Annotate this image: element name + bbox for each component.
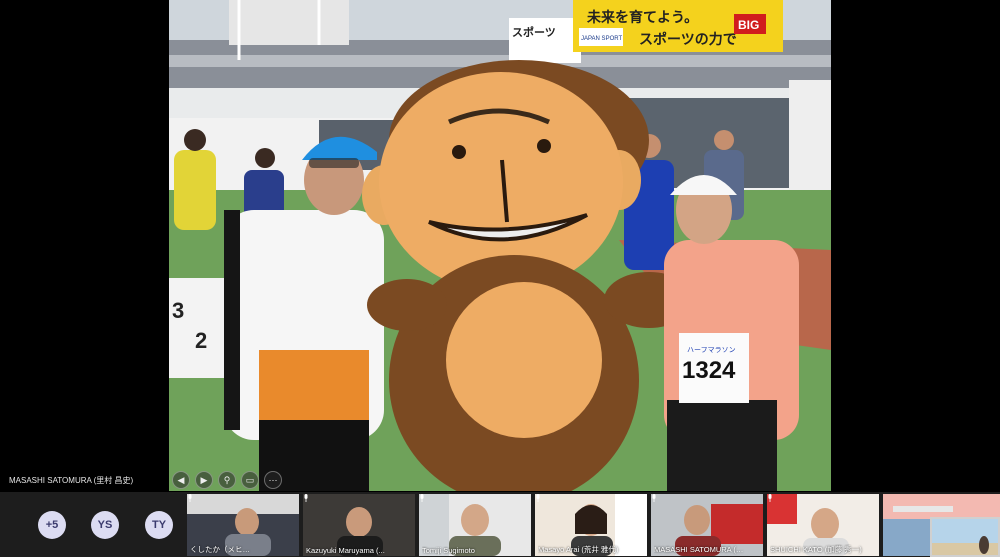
avatar[interactable]: YS [91,511,119,539]
participant-name: MASASHI SATOMURA (里... [654,545,749,554]
participant-strip: +5 YS TY くしたか（メヒ… Kazuyuki Maruyama (...… [0,492,1000,557]
barrier-digit-2: 2 [195,328,207,353]
banner-main-text: 未来を育てよう。 [587,9,698,25]
more-participants-button[interactable]: +5 [38,511,66,539]
banner-left-text: スポーツ [512,25,556,39]
participant-video-tile[interactable]: Masayo Arai (荒井 雅代) [535,494,647,556]
microphone-icon [420,494,424,502]
microphone-icon [188,494,192,502]
participant-video-tile[interactable]: MASASHI SATOMURA (里... [651,494,763,556]
microphone-icon [768,494,772,502]
banner-small-text: JAPAN SPORT [581,36,622,42]
fit-screen-icon[interactable]: ▭ [241,471,259,489]
participant-name: Masayo Arai (荒井 雅代) [538,545,619,554]
barrier-digit-1: 3 [172,298,184,323]
banner-brand-text: BIG [738,18,759,32]
participant-name: SHUICHI KATO (加藤 秀一) [770,545,862,554]
presenter-name-label: MASASHI SATOMURA (里村 昌史) [9,476,134,485]
microphone-icon [536,494,540,502]
microphone-icon [652,494,656,502]
participant-video-tile[interactable]: Tomiji Sugimoto [419,494,531,556]
shared-screen-photo: 未来を育てよう。 スポーツの力で BIG JAPAN SPORT スポーツ 3 … [169,0,831,491]
participant-video-tile[interactable]: くしたか（メヒ… [187,494,299,556]
participant-video-tile[interactable]: Kazuyuki Maruyama (... [303,494,415,556]
participant-video-tile[interactable]: SHUICHI KATO (加藤 秀一) [767,494,879,556]
bib-number: 1324 [682,357,736,384]
participant-name: Tomiji Sugimoto [422,546,475,555]
more-options-icon[interactable]: ⋯ [264,471,282,489]
participant-name: Kazuyuki Maruyama (... [306,546,385,555]
banner-sub-text: スポーツの力で [639,31,737,47]
self-view-video[interactable] [930,517,1000,557]
zoom-icon[interactable]: ⚲ [218,471,236,489]
previous-icon[interactable]: ◀ [172,471,190,489]
microphone-icon [304,494,308,502]
avatar[interactable]: TY [145,511,173,539]
screen-share-controls: ◀ ▶ ⚲ ▭ ⋯ [172,471,282,489]
participant-name: くしたか（メヒ… [190,545,250,554]
bib-caption: ハーフマラソン [687,346,736,354]
next-icon[interactable]: ▶ [195,471,213,489]
